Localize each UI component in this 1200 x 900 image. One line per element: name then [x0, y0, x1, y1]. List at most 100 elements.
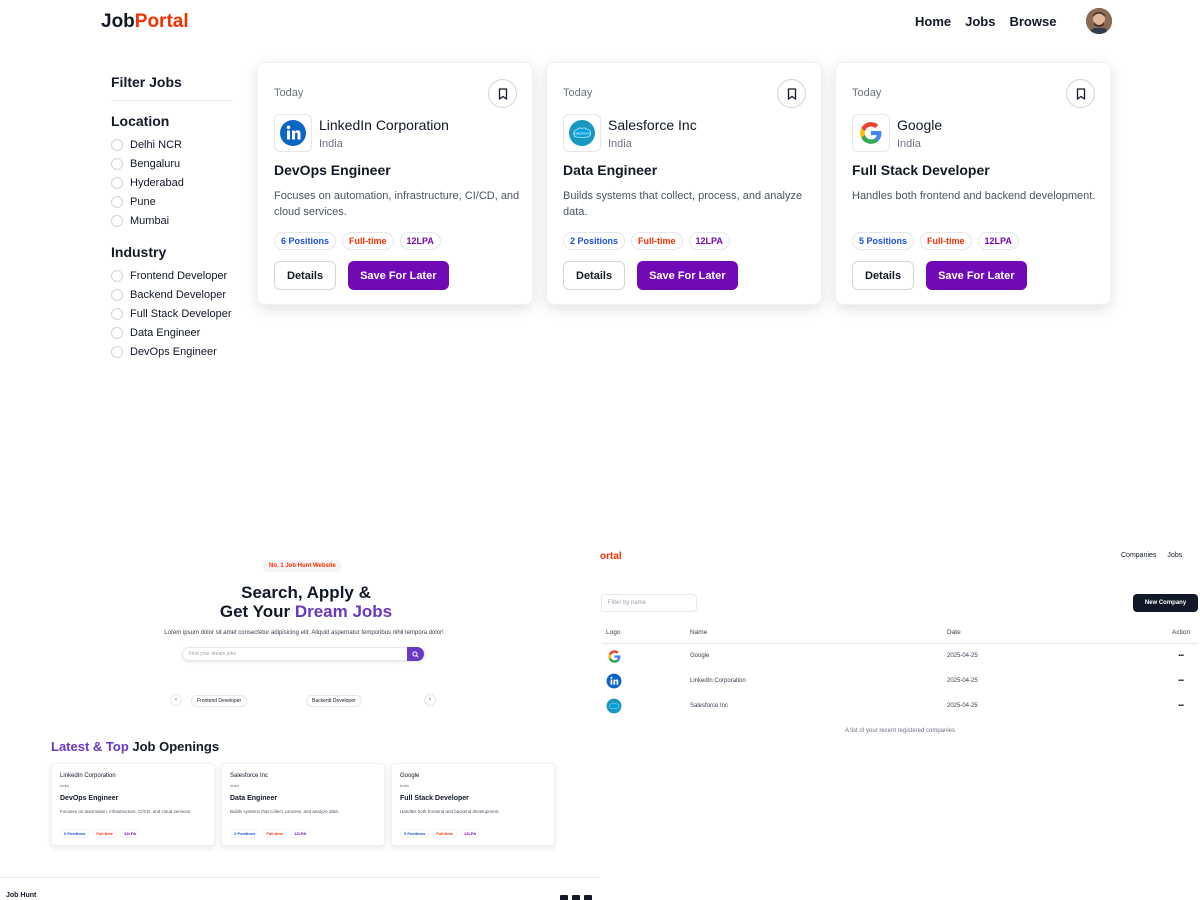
admin-companies-preview: ortal Companies Jobs Filter by name New …	[600, 540, 1200, 900]
filter-option-label: Bengaluru	[130, 157, 181, 170]
job-description: Focuses on automation, infrastructure, C…	[60, 809, 192, 814]
bookmark-button[interactable]	[777, 79, 806, 108]
company-location: India	[230, 783, 239, 788]
radio-button[interactable]	[111, 269, 123, 282]
more-actions-button[interactable]: ...	[1178, 673, 1184, 684]
job-description: Builds systems that collect, process, an…	[563, 190, 803, 218]
nav-link-jobs[interactable]: Jobs	[1167, 552, 1182, 559]
job-badges: 5 Positions Full-time 12LPA	[852, 232, 1019, 250]
radio-button[interactable]	[111, 214, 123, 227]
google-logo-icon	[607, 649, 620, 663]
positions-badge: 5 Positions	[400, 829, 430, 838]
linkedin-icon[interactable]	[584, 895, 592, 900]
company-logo	[606, 673, 622, 689]
carousel-item[interactable]: Backend Developer	[306, 695, 362, 707]
job-type-badge: Full-time	[342, 232, 394, 250]
job-title: DevOps Engineer	[60, 795, 119, 802]
job-type-badge: Full-time	[631, 232, 683, 250]
radio-button[interactable]	[111, 195, 123, 208]
more-actions-button[interactable]: ...	[1178, 648, 1184, 659]
brand-logo[interactable]: JobPortal	[101, 11, 189, 33]
latest-jobs-plain: Job Openings	[128, 739, 220, 754]
job-posted-time: Today	[563, 87, 593, 99]
radio-button[interactable]	[111, 288, 123, 301]
nav-link-home[interactable]: Home	[915, 14, 951, 29]
twitter-icon[interactable]	[572, 895, 580, 900]
google-logo-icon	[860, 122, 882, 144]
facebook-icon[interactable]	[560, 895, 568, 900]
carousel-next-button[interactable]: ›	[424, 694, 436, 706]
details-button[interactable]: Details	[852, 261, 915, 290]
filter-option-data-engineer[interactable]: Data Engineer	[111, 323, 233, 342]
footer-title: Job Hunt	[6, 892, 37, 899]
save-for-later-button[interactable]: Save For Later	[637, 261, 738, 290]
job-description: Handles both frontend and backend develo…	[852, 190, 1096, 202]
filter-option-full-stack-developer[interactable]: Full Stack Developer	[111, 304, 233, 323]
bookmark-button[interactable]	[1066, 79, 1095, 108]
radio-button[interactable]	[111, 345, 123, 358]
radio-button[interactable]	[111, 326, 123, 339]
company-name: Google	[690, 653, 710, 659]
salary-badge: 12LPA	[977, 232, 1019, 250]
radio-button[interactable]	[111, 307, 123, 320]
hero-heading-line1: Search, Apply &	[241, 583, 371, 602]
table-row: Google 2025-04-25 ...	[600, 648, 1200, 673]
save-for-later-button[interactable]: Save For Later	[926, 261, 1027, 290]
hero-search-bar[interactable]: Find your dream jobs	[182, 647, 425, 661]
mini-job-card[interactable]: Google India Full Stack Developer Handle…	[391, 763, 555, 846]
nav-link-jobs[interactable]: Jobs	[965, 14, 995, 29]
table-caption: A list of your recent registered compani…	[844, 728, 956, 734]
company-location: India	[897, 138, 921, 150]
positions-badge: 2 Positions	[230, 829, 260, 838]
brand-logo-partial[interactable]: ortal	[600, 551, 622, 562]
radio-button[interactable]	[111, 176, 123, 189]
nav-link-browse[interactable]: Browse	[1009, 14, 1056, 29]
hero-search-input[interactable]: Find your dream jobs	[189, 651, 236, 657]
filter-option-devops-engineer[interactable]: DevOps Engineer	[111, 342, 233, 361]
radio-button[interactable]	[111, 157, 123, 170]
linkedin-logo-icon	[280, 120, 306, 146]
save-for-later-button[interactable]: Save For Later	[348, 261, 449, 290]
filter-option-mumbai[interactable]: Mumbai	[111, 211, 233, 230]
filter-option-bengaluru[interactable]: Bengaluru	[111, 154, 233, 173]
filter-group-location-title: Location	[111, 113, 170, 129]
company-logo	[852, 114, 890, 152]
filter-option-label: Frontend Developer	[130, 269, 228, 282]
company-name: Salesforce Inc	[608, 117, 697, 133]
job-badges: 2 Positions Full-time 12LPA	[563, 232, 730, 250]
filter-option-hyderabad[interactable]: Hyderabad	[111, 173, 233, 192]
company-location: India	[319, 138, 343, 150]
company-date: 2025-04-25	[947, 653, 978, 659]
filter-option-delhi-ncr[interactable]: Delhi NCR	[111, 135, 233, 154]
radio-button[interactable]	[111, 138, 123, 151]
nav-link-companies[interactable]: Companies	[1121, 552, 1156, 559]
hero-heading-plain: Get Your	[219, 602, 295, 621]
carousel-prev-button[interactable]: ‹	[170, 694, 182, 706]
filter-option-label: Pune	[130, 195, 156, 208]
mini-job-card[interactable]: LinkedIn Corporation India DevOps Engine…	[51, 763, 215, 846]
more-actions-button[interactable]: ...	[1178, 698, 1184, 709]
job-title: Full Stack Developer	[852, 162, 990, 178]
footer-social-icons	[560, 895, 592, 900]
positions-badge: 6 Positions	[274, 232, 337, 250]
filter-by-name-input[interactable]: Filter by name	[601, 594, 697, 612]
hero-heading: Search, Apply & Get Your Dream Jobs	[0, 583, 612, 621]
job-card: Today salesforce Salesforce Inc India Da…	[546, 62, 822, 305]
company-name: Salesforce Inc	[690, 703, 729, 709]
bookmark-button[interactable]	[488, 79, 517, 108]
mini-job-card[interactable]: Salesforce Inc India Data Engineer Build…	[221, 763, 385, 846]
new-company-button[interactable]: New Company	[1133, 594, 1198, 612]
filter-option-pune[interactable]: Pune	[111, 192, 233, 211]
filter-option-backend-developer[interactable]: Backend Developer	[111, 285, 233, 304]
positions-badge: 6 Positions	[60, 829, 90, 838]
filter-option-label: Backend Developer	[130, 288, 227, 301]
filter-option-frontend-developer[interactable]: Frontend Developer	[111, 266, 233, 285]
logo-part-job: Job	[101, 11, 135, 32]
details-button[interactable]: Details	[274, 261, 337, 290]
hero-subtitle: Lorem ipsum dolor sit amet consectetur a…	[164, 630, 444, 636]
carousel-item[interactable]: Frontend Developer	[191, 695, 248, 707]
user-avatar[interactable]	[1086, 8, 1112, 34]
details-button[interactable]: Details	[563, 261, 626, 290]
salary-badge: 12LPA	[460, 829, 481, 838]
hero-search-button[interactable]	[407, 647, 424, 661]
